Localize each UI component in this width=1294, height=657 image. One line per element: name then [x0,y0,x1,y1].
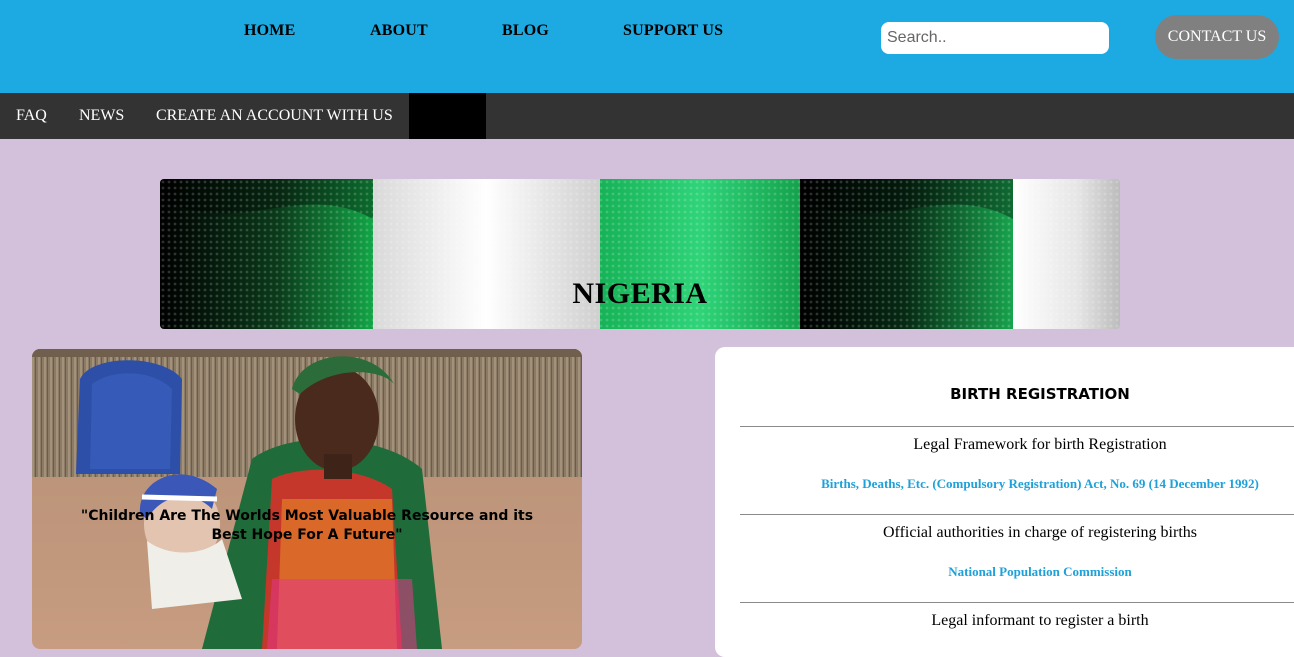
card-heading: BIRTH REGISTRATION [950,385,1130,403]
nav-news-link[interactable]: NEWS [79,93,124,139]
official-authorities-label: Official authorities in charge of regist… [883,524,1197,541]
banner-title: NIGERIA [572,277,708,310]
mother-child-photo [32,349,582,649]
divider [740,602,1294,603]
official-authorities-link[interactable]: National Population Commission [715,564,1294,580]
nav-support-link[interactable]: SUPPORT US [623,22,723,40]
legal-framework-link[interactable]: Births, Deaths, Etc. (Compulsory Registr… [715,476,1294,492]
nav-faq-link[interactable]: FAQ [16,93,47,139]
nav-about-link[interactable]: ABOUT [370,22,428,40]
nav-home-link[interactable]: HOME [244,22,295,40]
divider [740,426,1294,427]
contact-us-button[interactable]: CONTACT US [1155,15,1279,59]
legal-informant-label: Legal informant to register a birth [931,612,1149,629]
search-input[interactable] [881,22,1109,54]
flag-banner: NIGERIA [160,179,1120,329]
secondary-nav: FAQ NEWS CREATE AN ACCOUNT WITH US [0,93,1294,139]
top-header: HOME ABOUT BLOG SUPPORT US CONTACT US [0,0,1294,93]
hero-quote: "Children Are The Worlds Most Valuable R… [80,508,534,543]
divider [740,514,1294,515]
birth-registration-card: BIRTH REGISTRATION Legal Framework for b… [715,347,1294,657]
nav-highlight-block [409,93,486,139]
legal-framework-label: Legal Framework for birth Registration [913,436,1167,453]
hero-photo: "Children Are The Worlds Most Valuable R… [32,349,582,649]
nav-create-account-link[interactable]: CREATE AN ACCOUNT WITH US [156,93,393,139]
nav-blog-link[interactable]: BLOG [502,22,549,40]
